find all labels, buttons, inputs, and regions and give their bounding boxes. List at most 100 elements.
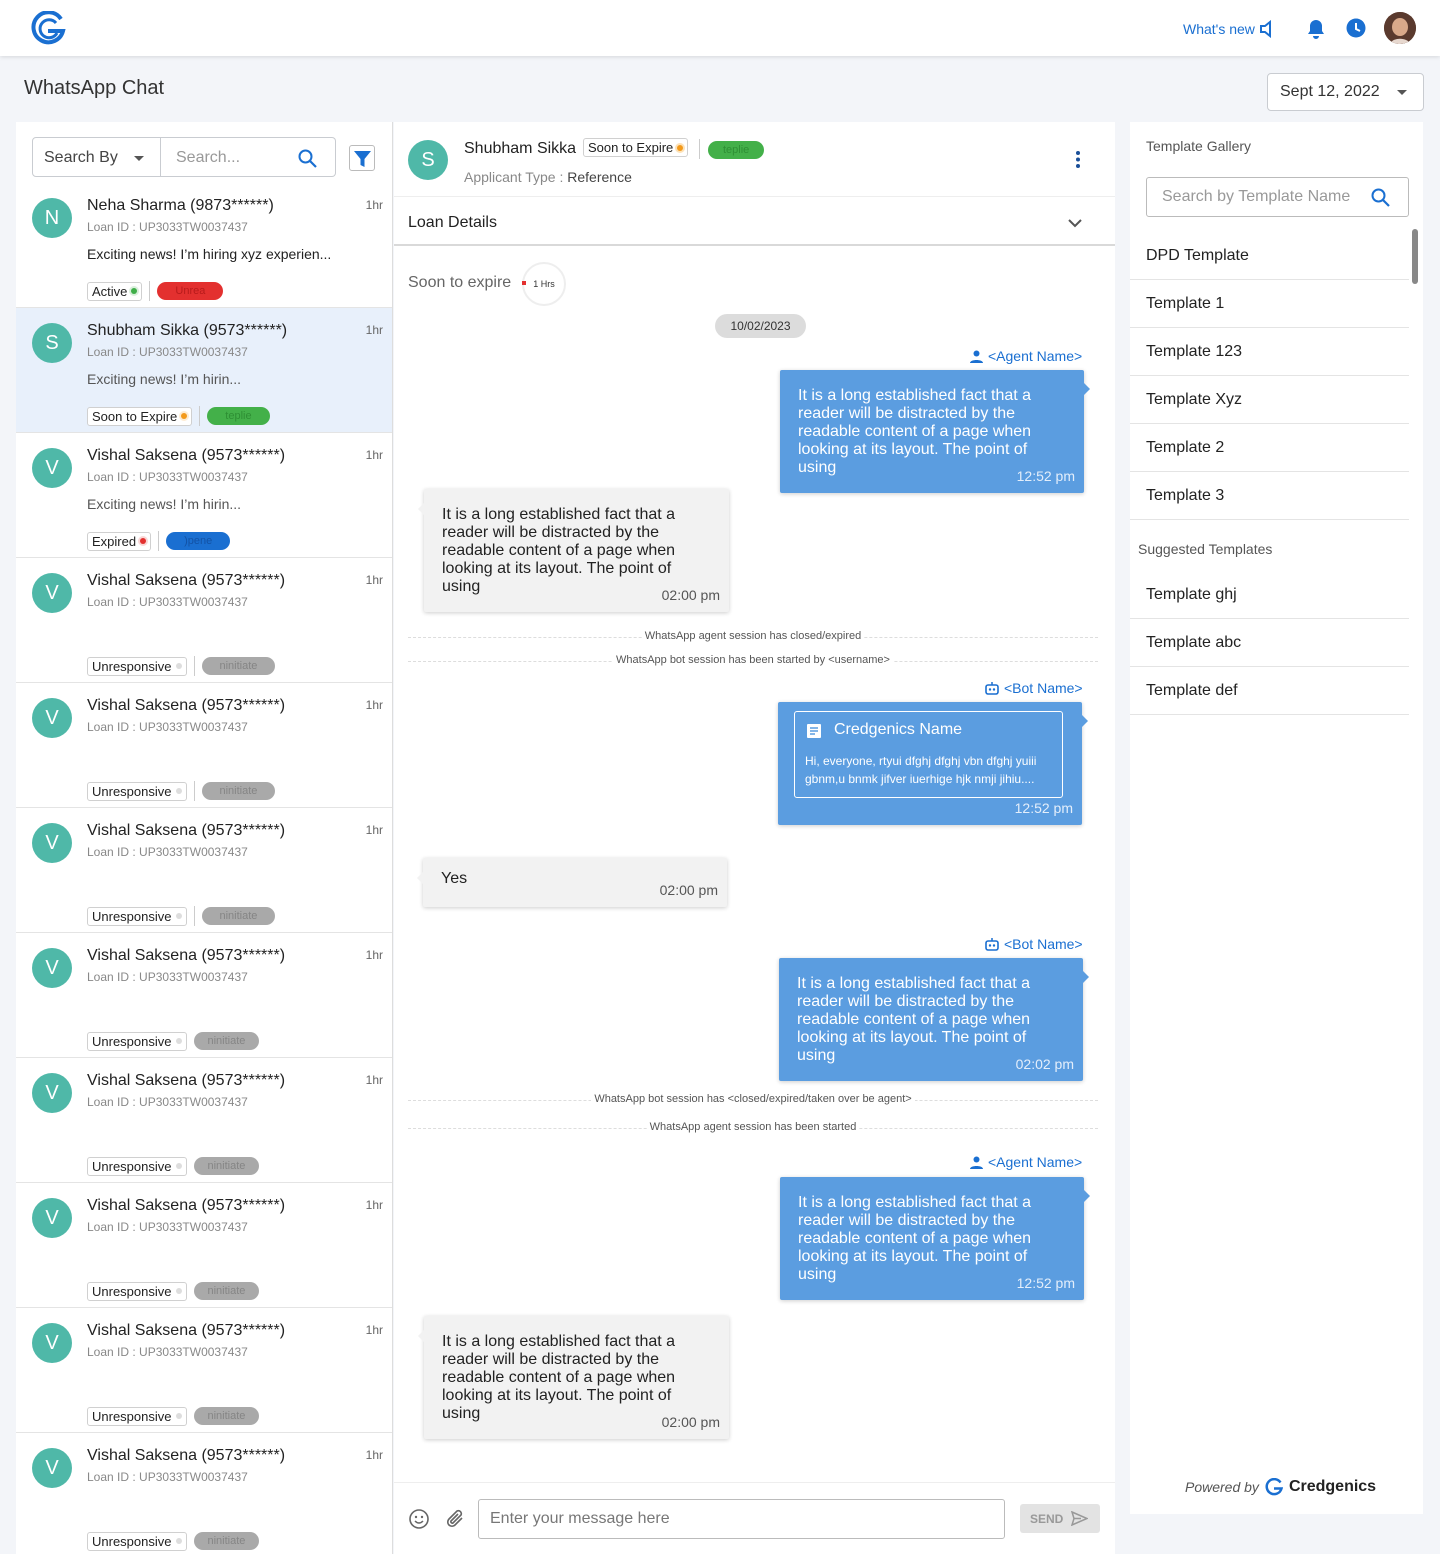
- divider: [199, 406, 201, 426]
- message-outgoing: It is a long established fact that a rea…: [780, 370, 1090, 493]
- chat-list-item[interactable]: V Vishal Saksena (9573******) 1hr Loan I…: [16, 433, 392, 558]
- send-label: SEND: [1030, 1512, 1064, 1526]
- chat-time: 1hr: [365, 198, 383, 212]
- suggested-templates-title: Suggested Templates: [1138, 541, 1273, 557]
- chat-list-item[interactable]: V Vishal Saksena (9573******) 1hr Loan I…: [16, 1058, 392, 1183]
- suggested-template-item[interactable]: Template abc: [1130, 619, 1409, 667]
- suggested-template-item[interactable]: Template ghj: [1130, 571, 1409, 619]
- template-item[interactable]: Template Xyz: [1130, 376, 1409, 424]
- brand-name: Credgenics: [1288, 1478, 1377, 1495]
- message-input-placeholder: Enter your message here: [490, 1510, 670, 1527]
- status-badge: Unresponsive: [87, 781, 187, 801]
- loan-id-label: Loan ID :: [87, 595, 136, 609]
- message-text: It is a long established fact that a rea…: [442, 506, 676, 595]
- applicant-type: Applicant Type : Reference: [464, 169, 632, 185]
- document-icon: [807, 724, 821, 738]
- timer-text: 1 Hrs: [533, 279, 555, 289]
- status-dot: [181, 413, 188, 419]
- template-item[interactable]: Template 123: [1130, 328, 1409, 376]
- system-message-text: WhatsApp bot session has been started by…: [613, 654, 893, 666]
- system-message: WhatsApp agent session has been started: [408, 1121, 1098, 1142]
- send-button[interactable]: SEND: [1020, 1504, 1100, 1533]
- date-select-value: Sept 12, 2022: [1280, 83, 1380, 100]
- timer-marker: [522, 281, 526, 285]
- whats-new-link[interactable]: What's new: [1183, 20, 1275, 38]
- reply-status-pill: ninitiate: [193, 1282, 260, 1300]
- tag-row: Soon to Expire teplie: [87, 405, 270, 427]
- loan-id: Loan ID : UP3033TW0037437: [87, 220, 248, 234]
- applicant-type-value: Reference: [567, 169, 632, 185]
- message-time: 12:52 pm: [1016, 1275, 1075, 1291]
- message-text: It is a long established fact that a rea…: [798, 387, 1032, 476]
- user-avatar[interactable]: [1384, 12, 1416, 44]
- search-input[interactable]: Search...: [161, 137, 336, 177]
- tag-row: Unresponsive ninitiate: [87, 780, 276, 802]
- attachment-icon[interactable]: [446, 1509, 466, 1529]
- template-search-input[interactable]: Search by Template Name: [1146, 177, 1409, 217]
- tag-row: Active Unrea: [87, 280, 224, 302]
- message-incoming: Yes 02:00 pm: [417, 858, 727, 907]
- chat-list-item[interactable]: S Shubham Sikka (9573******) 1hr Loan ID…: [16, 308, 392, 433]
- conversation-panel: S Shubham Sikka Soon to Expire teplie Ap…: [394, 122, 1115, 1554]
- loan-id-value: UP3033TW0037437: [139, 845, 248, 859]
- agent-name-text: <Agent Name>: [988, 348, 1083, 364]
- loan-id-value: UP3033TW0037437: [139, 1470, 248, 1484]
- speaker-icon: [1259, 20, 1271, 38]
- chat-list-item[interactable]: V Vishal Saksena (9573******) 1hr Loan I…: [16, 1183, 392, 1308]
- template-item[interactable]: DPD Template: [1130, 232, 1409, 280]
- contact-avatar: S: [32, 323, 72, 363]
- loan-id-label: Loan ID :: [87, 720, 136, 734]
- suggested-template-item[interactable]: Template def: [1130, 667, 1409, 715]
- chat-list-item[interactable]: V Vishal Saksena (9573******) 1hr Loan I…: [16, 1433, 392, 1554]
- loan-details-accordion[interactable]: Loan Details: [394, 202, 1115, 246]
- agent-name-label: <Agent Name>: [970, 348, 1082, 364]
- expiry-timer: 1 Hrs: [522, 262, 566, 306]
- status-badge: Expired: [87, 531, 152, 551]
- chat-list-item[interactable]: V Vishal Saksena (9573******) 1hr Loan I…: [16, 558, 392, 683]
- date-select[interactable]: Sept 12, 2022: [1267, 73, 1424, 111]
- search-icon[interactable]: [298, 149, 317, 168]
- contact-name: Shubham Sikka (9573******): [87, 322, 288, 339]
- chat-list-item[interactable]: V Vishal Saksena (9573******) 1hr Loan I…: [16, 683, 392, 808]
- tag-row: Unresponsive ninitiate: [87, 1530, 260, 1552]
- bell-icon[interactable]: [1307, 19, 1325, 39]
- status-text: Unresponsive: [92, 1533, 172, 1549]
- template-item[interactable]: Template 3: [1130, 472, 1409, 520]
- loan-id-value: UP3033TW0037437: [139, 595, 248, 609]
- system-message: WhatsApp agent session has closed/expire…: [408, 630, 1098, 651]
- reply-status-pill: ninitiate: [193, 1407, 260, 1425]
- powered-by-label: Powered by: [1185, 1479, 1259, 1495]
- chat-time: 1hr: [365, 1448, 383, 1462]
- message-time: 02:02 pm: [1015, 1056, 1074, 1072]
- status-text: Soon to Expire: [92, 408, 178, 424]
- loan-id: Loan ID : UP3033TW0037437: [87, 1220, 248, 1234]
- template-item[interactable]: Template 1: [1130, 280, 1409, 328]
- loan-id: Loan ID : UP3033TW0037437: [87, 1095, 248, 1109]
- more-menu-icon[interactable]: [1076, 151, 1080, 168]
- loan-id-label: Loan ID :: [87, 1345, 136, 1359]
- chat-list-item[interactable]: V Vishal Saksena (9573******) 1hr Loan I…: [16, 933, 392, 1058]
- loan-details-label: Loan Details: [408, 214, 497, 231]
- loan-id-label: Loan ID :: [87, 345, 136, 359]
- template-item[interactable]: Template 2: [1130, 424, 1409, 472]
- credgenics-logo[interactable]: [30, 11, 66, 45]
- last-message: Exciting news! I’m hirin...: [87, 496, 242, 512]
- chat-list-item[interactable]: N Neha Sharma (9873******) 1hr Loan ID :…: [16, 183, 392, 308]
- clock-icon[interactable]: [1346, 18, 1366, 38]
- chat-list-item[interactable]: V Vishal Saksena (9573******) 1hr Loan I…: [16, 1308, 392, 1433]
- template-scrollbar[interactable]: [1412, 229, 1418, 284]
- loan-id-value: UP3033TW0037437: [139, 345, 248, 359]
- message-input[interactable]: Enter your message here: [478, 1499, 1005, 1539]
- chat-time: 1hr: [365, 323, 383, 337]
- chat-time: 1hr: [365, 948, 383, 962]
- search-by-select[interactable]: Search By: [32, 137, 161, 177]
- emoji-icon[interactable]: [409, 1509, 429, 1529]
- tag-row: Unresponsive ninitiate: [87, 1280, 260, 1302]
- filter-button[interactable]: [349, 145, 375, 171]
- page-title: WhatsApp Chat: [24, 77, 165, 99]
- chat-time: 1hr: [365, 1073, 383, 1087]
- divider: [193, 656, 195, 676]
- chat-list-item[interactable]: V Vishal Saksena (9573******) 1hr Loan I…: [16, 808, 392, 933]
- search-icon[interactable]: [1371, 188, 1390, 207]
- person-icon: [970, 350, 983, 363]
